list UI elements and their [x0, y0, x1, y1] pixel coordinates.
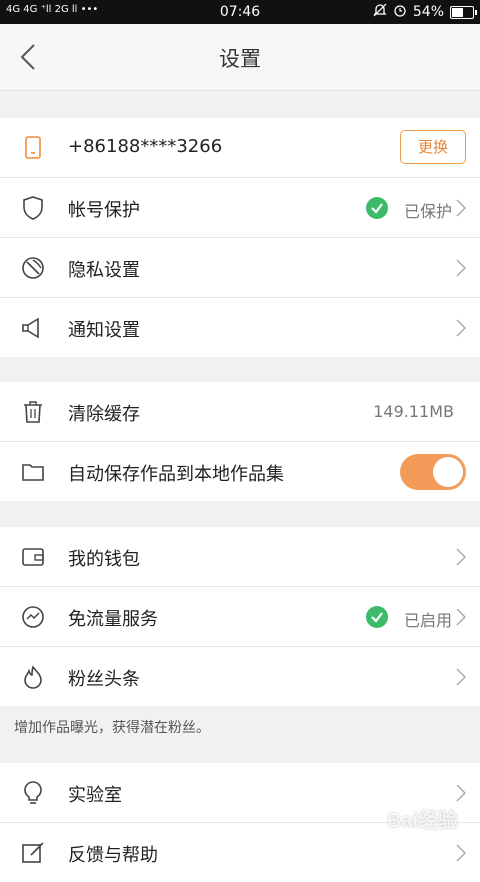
cache-size: 149.11MB [373, 402, 454, 421]
wallet-row[interactable]: 我的钱包 [0, 527, 480, 587]
shield-icon [20, 195, 46, 221]
privacy-settings-label: 隐私设置 [68, 260, 140, 281]
status-bar: 4G 4G ⁺ll 2G ll ••• 07:46 54% [0, 0, 480, 24]
storage-section: 清除缓存 149.11MB 自动保存作品到本地作品集 [0, 382, 480, 501]
battery-icon [450, 5, 477, 19]
fans-headline-label: 粉丝头条 [68, 669, 140, 690]
toggle-knob [433, 457, 463, 487]
check-icon [366, 197, 388, 219]
account-protection-row[interactable]: 帐号保护 已保护 [0, 178, 480, 238]
trash-icon [20, 399, 46, 425]
bell-icon [373, 3, 387, 21]
change-phone-button[interactable]: 更换 [400, 130, 466, 164]
auto-save-toggle[interactable] [400, 454, 466, 490]
flame-icon [20, 664, 46, 690]
chevron-right-icon [456, 608, 467, 626]
auto-save-row: 自动保存作品到本地作品集 [0, 442, 480, 501]
wallet-label: 我的钱包 [68, 549, 140, 570]
phone-icon [20, 135, 46, 161]
check-icon [366, 606, 388, 628]
alarm-icon [393, 3, 407, 21]
lab-label: 实验室 [68, 785, 122, 806]
megaphone-icon [20, 315, 46, 341]
phone-number: +86188****3266 [68, 136, 223, 157]
wallet-icon [20, 544, 46, 570]
account-protection-label: 帐号保护 [68, 200, 140, 221]
fans-headline-hint: 增加作品曝光，获得潜在粉丝。 [14, 720, 210, 736]
notification-settings-label: 通知设置 [68, 320, 140, 341]
app-header: 设置 [0, 24, 480, 91]
clear-cache-label: 清除缓存 [68, 404, 140, 425]
notification-settings-row[interactable]: 通知设置 [0, 298, 480, 357]
traffic-icon [20, 604, 46, 630]
chevron-right-icon [456, 319, 467, 337]
feedback-label: 反馈与帮助 [68, 845, 158, 866]
page-title: 设置 [219, 47, 261, 71]
bulb-icon [20, 780, 46, 806]
clear-cache-row[interactable]: 清除缓存 149.11MB [0, 382, 480, 442]
auto-save-label: 自动保存作品到本地作品集 [68, 464, 284, 485]
chevron-right-icon [456, 844, 467, 862]
chevron-right-icon [456, 259, 467, 277]
fans-headline-row[interactable]: 粉丝头条 [0, 647, 480, 706]
chevron-right-icon [456, 199, 467, 217]
traffic-status: 已启用 [403, 611, 452, 630]
privacy-settings-row[interactable]: 隐私设置 [0, 238, 480, 298]
free-traffic-row[interactable]: 免流量服务 已启用 [0, 587, 480, 647]
watermark: Bai经验 [386, 810, 458, 832]
account-section: +86188****3266 更换 帐号保护 已保护 隐私设置 通知设置 [0, 118, 480, 357]
edit-icon [20, 840, 46, 866]
chevron-right-icon [456, 784, 467, 802]
free-traffic-label: 免流量服务 [68, 609, 158, 630]
chevron-right-icon [456, 668, 467, 686]
folder-icon [20, 459, 46, 485]
services-section: 我的钱包 免流量服务 已启用 粉丝头条 [0, 527, 480, 706]
chevron-right-icon [456, 548, 467, 566]
protection-status: 已保护 [403, 202, 452, 221]
battery-percent: 54% [412, 4, 444, 20]
phone-row: +86188****3266 更换 [0, 118, 480, 178]
privacy-icon [20, 255, 46, 281]
